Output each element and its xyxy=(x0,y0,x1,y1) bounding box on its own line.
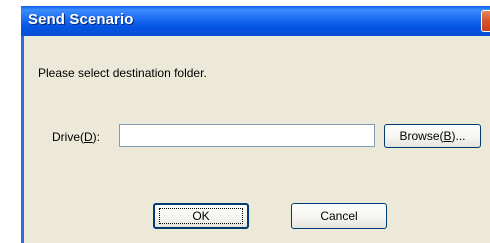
drive-input[interactable] xyxy=(119,124,375,147)
title-bar[interactable]: Send Scenario xyxy=(21,6,490,36)
dialog-body: Please select destination folder. Drive(… xyxy=(24,36,490,243)
instruction-text: Please select destination folder. xyxy=(38,66,207,80)
cancel-button[interactable]: Cancel xyxy=(291,203,387,229)
drive-label-prefix: Drive( xyxy=(52,130,84,144)
send-scenario-dialog: Send Scenario Please select destination … xyxy=(21,6,490,243)
window-title: Send Scenario xyxy=(28,11,134,28)
ok-focus-rect: OK xyxy=(159,208,243,224)
browse-button[interactable]: Browse(B)... xyxy=(384,124,481,148)
browse-suffix: )... xyxy=(451,129,466,143)
ok-label: OK xyxy=(192,209,210,223)
drive-label-accelerator: D xyxy=(84,130,93,144)
ok-button[interactable]: OK xyxy=(153,203,249,229)
browse-accelerator: B xyxy=(443,129,452,143)
close-button[interactable] xyxy=(481,10,490,32)
browse-prefix: Browse( xyxy=(399,129,444,143)
drive-label-suffix: ): xyxy=(92,130,101,144)
cancel-label: Cancel xyxy=(320,209,358,223)
drive-label: Drive(D): xyxy=(52,130,100,144)
